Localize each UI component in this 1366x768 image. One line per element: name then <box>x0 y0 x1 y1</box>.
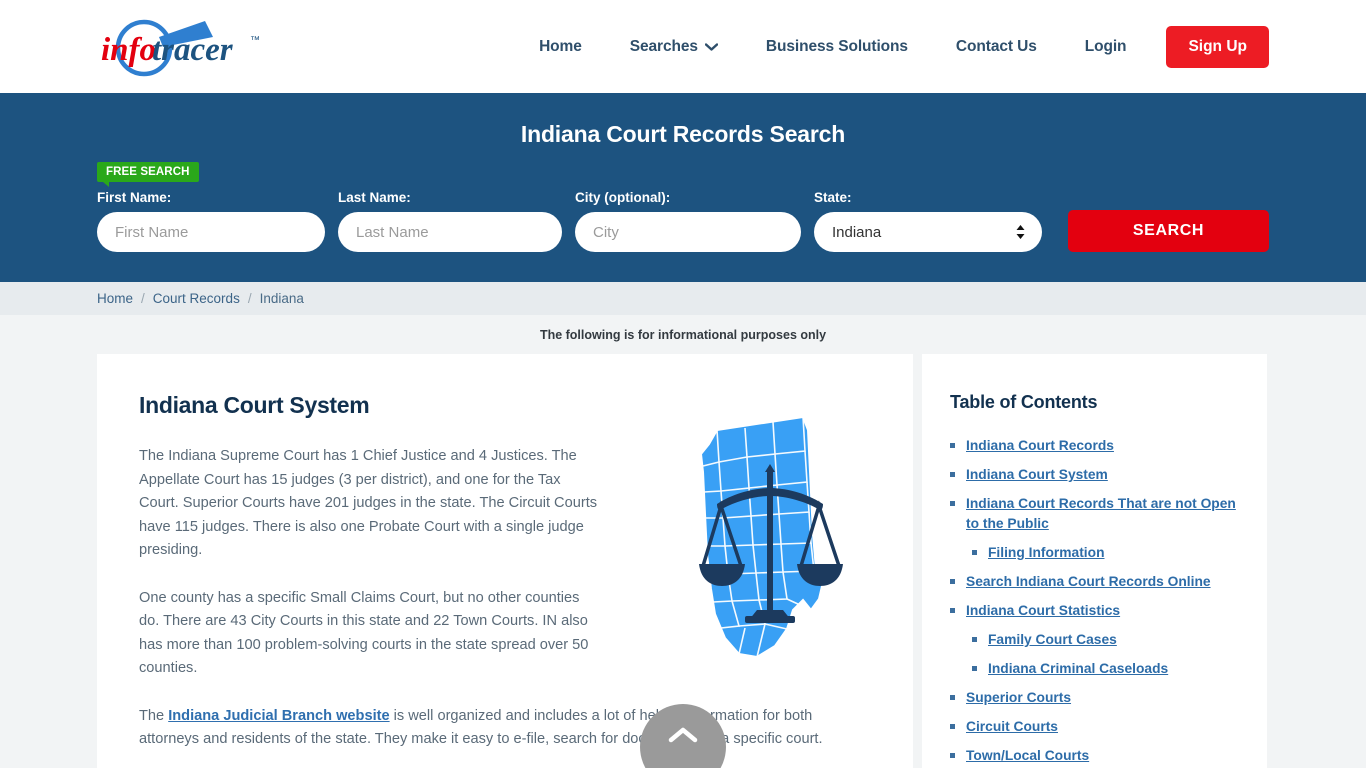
indiana-map-scales-of-justice-icon <box>695 414 845 664</box>
toc-list-item: Circuit Courts <box>950 717 1239 737</box>
state-group: State: IndianaIllinoisIowaKentuckyMichig… <box>814 190 1042 252</box>
toc-list-item: Town/Local Courts <box>950 746 1239 766</box>
bullet-icon <box>950 472 955 477</box>
breadcrumb-separator: / <box>141 291 145 306</box>
page-title: Indiana Court Records Search <box>520 121 846 147</box>
toc-link[interactable]: Search Indiana Court Records Online <box>966 572 1211 592</box>
nav-item-business-solutions[interactable]: Business Solutions <box>742 30 932 64</box>
article-card: Indiana Court System The Indiana Supreme… <box>97 354 913 768</box>
toc-list-item: Indiana Criminal Caseloads <box>950 659 1239 679</box>
bullet-icon <box>950 695 955 700</box>
nav-item-label: Searches <box>629 37 698 55</box>
state-label: State: <box>814 190 852 205</box>
state-select[interactable]: IndianaIllinoisIowaKentuckyMichiganOhio <box>814 212 1042 252</box>
nav-item-label: Business Solutions <box>765 37 908 55</box>
search-submit-button[interactable]: SEARCH <box>1068 210 1269 252</box>
bullet-icon <box>950 753 955 758</box>
bullet-icon <box>950 579 955 584</box>
toc-list-item: Search Indiana Court Records Online <box>950 572 1239 592</box>
article-paragraph: The Indiana Supreme Court has 1 Chief Ju… <box>139 448 598 558</box>
toc-link[interactable]: Superior Courts <box>966 688 1071 708</box>
chevron-down-icon <box>704 42 719 51</box>
bullet-icon <box>972 550 977 555</box>
toc-list-item: Indiana Court System <box>950 465 1239 485</box>
bullet-icon <box>950 501 955 506</box>
first-name-input[interactable] <box>97 212 325 252</box>
nav-item-label: Login <box>1084 37 1127 55</box>
toc-link[interactable]: Indiana Criminal Caseloads <box>988 659 1168 679</box>
toc-link[interactable]: Family Court Cases <box>988 630 1117 650</box>
last-name-label: Last Name: <box>338 190 411 205</box>
toc-list: Indiana Court Records Indiana Court Syste… <box>950 436 1239 768</box>
toc-list-item: Filing Information <box>950 543 1239 563</box>
infotracer-logo[interactable]: info tracer ™ <box>97 17 269 77</box>
toc-list-item: Indiana Court Records That are not Open … <box>950 494 1239 534</box>
toc-link[interactable]: Indiana Court System <box>966 465 1108 485</box>
nav-item-label: Contact Us <box>955 37 1037 55</box>
site-header: info tracer ™ Home Searches Business Sol… <box>0 0 1366 93</box>
city-input[interactable] <box>575 212 801 252</box>
nav-item-contact-us[interactable]: Contact Us <box>932 30 1061 64</box>
city-label: City (optional): <box>575 190 671 205</box>
article-paragraph: One county has a specific Small Claims C… <box>139 589 589 677</box>
bullet-icon <box>950 443 955 448</box>
nav-item-label: Home <box>539 37 582 55</box>
indiana-judicial-branch-link[interactable]: Indiana Judicial Branch website <box>168 708 389 724</box>
breadcrumb: Home / Court Records / Indiana <box>0 282 1366 315</box>
article-paragraph-with-link: The Indiana Judicial Branch website is w… <box>139 705 869 752</box>
first-name-label: First Name: <box>97 190 172 205</box>
people-search-form: First Name: Last Name: City (optional): … <box>97 190 1269 252</box>
free-search-badge: FREE SEARCH <box>97 162 199 187</box>
last-name-group: Last Name: <box>338 190 562 252</box>
nav-item-searches[interactable]: Searches <box>606 30 742 64</box>
toc-list-item: Superior Courts <box>950 688 1239 708</box>
city-group: City (optional): <box>575 190 801 252</box>
logo-icon: info tracer ™ <box>101 19 260 76</box>
toc-link[interactable]: Indiana Court Records That are not Open … <box>966 494 1239 534</box>
breadcrumb-item-home[interactable]: Home <box>97 291 133 306</box>
paragraph-text-lead: The <box>139 707 169 724</box>
toc-list-item: Family Court Cases <box>950 630 1239 650</box>
sign-up-button[interactable]: Sign Up <box>1166 25 1269 68</box>
page-root: info tracer ™ Home Searches Business Sol… <box>0 0 1366 768</box>
table-of-contents-card: Table of Contents Indiana Court Records I… <box>922 354 1267 768</box>
main-navigation: Home Searches Business Solutions Contact… <box>515 25 1269 68</box>
breadcrumb-item-court-records[interactable]: Court Records <box>153 291 240 306</box>
svg-text:tracer: tracer <box>152 32 234 68</box>
toc-list-item: Indiana Court Records <box>950 436 1239 456</box>
informational-notice: The following is for informational purpo… <box>539 328 827 342</box>
svg-text:info: info <box>101 32 156 68</box>
bullet-icon <box>950 608 955 613</box>
chevron-up-icon <box>668 726 698 749</box>
svg-text:™: ™ <box>250 35 260 46</box>
last-name-input[interactable] <box>338 212 562 252</box>
toc-link[interactable]: Filing Information <box>988 543 1105 563</box>
article-body: The Indiana Supreme Court has 1 Chief Ju… <box>139 445 599 681</box>
toc-heading: Table of Contents <box>950 392 1098 412</box>
toc-list-item: Indiana Court Statistics <box>950 601 1239 621</box>
bullet-icon <box>972 637 977 642</box>
toc-link[interactable]: Indiana Court Statistics <box>966 601 1120 621</box>
toc-link[interactable]: Indiana Court Records <box>966 436 1114 456</box>
search-hero: Indiana Court Records Search FREE SEARCH… <box>0 93 1366 282</box>
breadcrumb-separator: / <box>247 291 252 306</box>
nav-item-home[interactable]: Home <box>515 30 606 64</box>
breadcrumb-item-indiana: Indiana <box>259 291 304 306</box>
first-name-group: First Name: <box>97 190 325 252</box>
nav-item-login[interactable]: Login <box>1061 30 1151 64</box>
state-select-wrap: IndianaIllinoisIowaKentuckyMichiganOhio <box>814 212 1042 252</box>
bullet-icon <box>972 666 977 671</box>
bullet-icon <box>950 724 955 729</box>
toc-link[interactable]: Circuit Courts <box>966 717 1058 737</box>
toc-link[interactable]: Town/Local Courts <box>966 746 1089 766</box>
